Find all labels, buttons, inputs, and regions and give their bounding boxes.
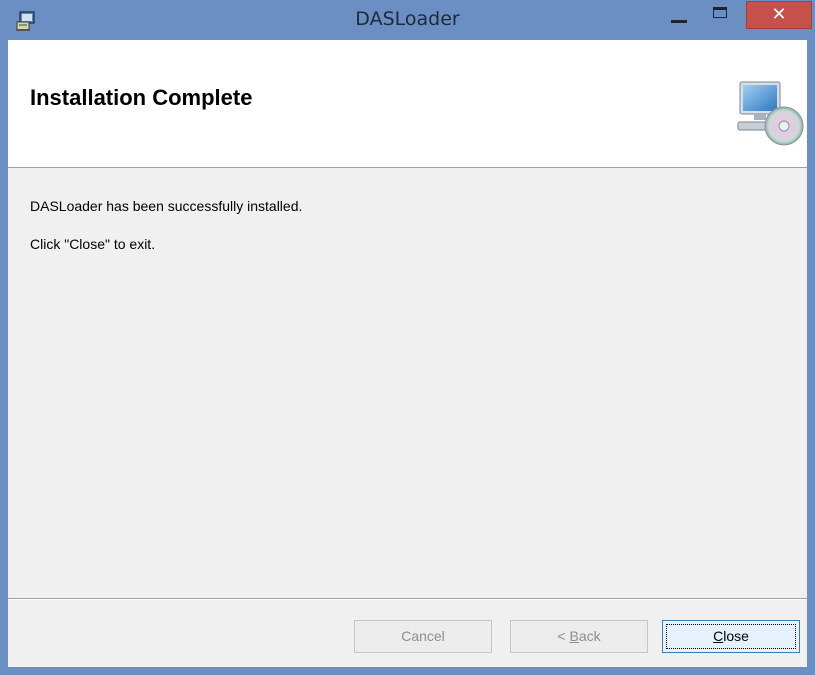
close-button[interactable]: Close (662, 620, 800, 653)
minimize-button[interactable] (663, 1, 695, 27)
computer-cd-icon (737, 81, 804, 146)
cancel-button-label: Cancel (401, 628, 445, 644)
window-close-button[interactable]: ✕ (746, 1, 812, 29)
back-button-accelerator: B (569, 628, 579, 644)
header-banner: Installation Complete (8, 40, 807, 168)
back-button[interactable]: < Back (510, 620, 648, 653)
exit-instruction: Click "Close" to exit. (30, 236, 156, 252)
dialog-client-area: Installation Complete DASLoader has been… (8, 40, 807, 667)
back-button-label: ack (578, 628, 601, 644)
footer-divider (8, 598, 807, 600)
cancel-button[interactable]: Cancel (354, 620, 492, 653)
installer-window: DASLoader ✕ Installation Complete DASLoa… (0, 0, 815, 675)
back-button-prefix: < (557, 628, 570, 644)
minimize-icon (671, 20, 687, 23)
success-message: DASLoader has been successfully installe… (30, 198, 303, 214)
maximize-button[interactable] (705, 1, 737, 27)
close-icon: ✕ (771, 4, 787, 25)
focus-rectangle (666, 624, 796, 649)
title-bar[interactable]: DASLoader ✕ (0, 0, 815, 40)
page-title: Installation Complete (30, 85, 253, 110)
maximize-icon (713, 7, 727, 18)
